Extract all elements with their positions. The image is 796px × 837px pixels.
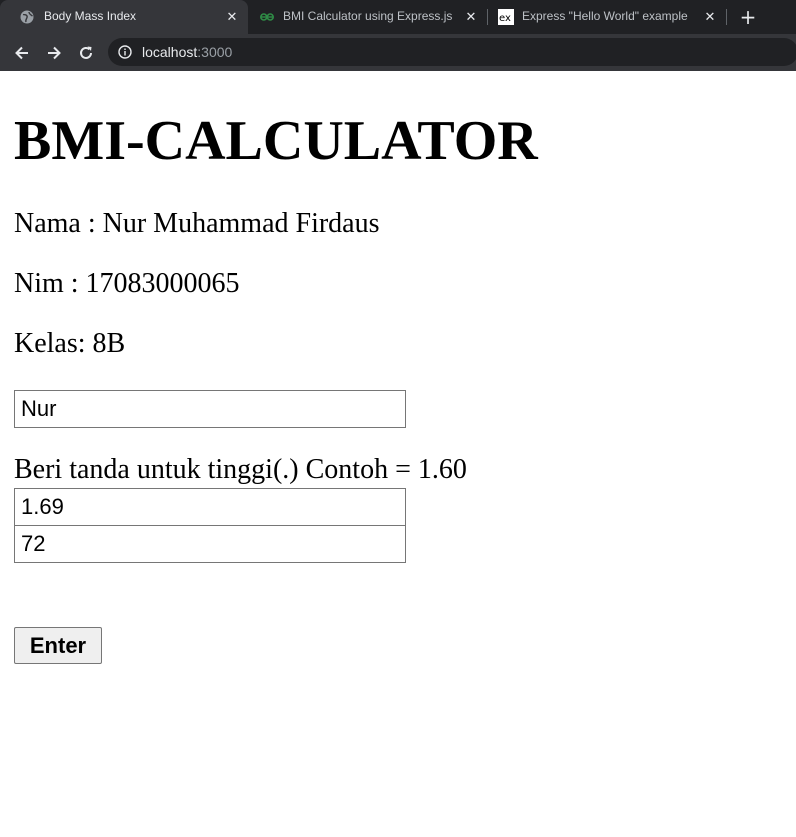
tab-express-hello-world[interactable]: ex Express "Hello World" example ✕ xyxy=(488,0,728,34)
weight-input[interactable] xyxy=(14,525,406,563)
svg-text:ex: ex xyxy=(499,13,511,24)
student-class-text: Kelas: 8B xyxy=(14,328,126,359)
forward-arrow-icon[interactable] xyxy=(41,40,67,66)
close-tab-icon[interactable]: ✕ xyxy=(700,7,720,27)
name-input[interactable] xyxy=(14,390,406,428)
tab-separator xyxy=(726,9,727,25)
globe-icon xyxy=(20,10,34,24)
geeksforgeeks-icon xyxy=(259,10,274,24)
browser-tab-strip: Body Mass Index ✕ BMI Calculator using E… xyxy=(0,0,796,34)
url-text: localhost:3000 xyxy=(142,44,232,60)
student-name-text: Nama : Nur Muhammad Firdaus xyxy=(14,208,380,239)
address-bar[interactable]: localhost:3000 xyxy=(108,38,796,66)
height-hint-text: Beri tanda untuk tinggi(.) Contoh = 1.60 xyxy=(14,454,467,485)
tab-title: BMI Calculator using Express.js - xyxy=(283,9,453,23)
new-tab-plus-icon[interactable]: + xyxy=(737,5,759,29)
tab-title: Body Mass Index xyxy=(44,9,137,23)
reload-icon[interactable] xyxy=(73,40,99,66)
height-input[interactable] xyxy=(14,488,406,526)
site-info-icon[interactable] xyxy=(118,45,132,59)
close-tab-icon[interactable]: ✕ xyxy=(461,7,481,27)
tab-title: Express "Hello World" example xyxy=(522,9,688,23)
close-tab-icon[interactable]: ✕ xyxy=(222,7,242,27)
enter-button[interactable]: Enter xyxy=(14,627,102,664)
url-host: localhost xyxy=(142,44,198,60)
student-nim-text: Nim : 17083000065 xyxy=(14,268,240,299)
tab-bmi-calculator-express[interactable]: BMI Calculator using Express.js - ✕ xyxy=(248,0,488,34)
back-arrow-icon[interactable] xyxy=(9,40,35,66)
page-content: BMI-CALCULATOR Nama : Nur Muhammad Firda… xyxy=(0,71,796,837)
page-title: BMI-CALCULATOR xyxy=(14,110,538,172)
url-port: :3000 xyxy=(197,44,233,60)
browser-toolbar: localhost:3000 xyxy=(0,34,796,71)
express-ex-icon: ex xyxy=(498,9,514,25)
tab-body-mass-index[interactable]: Body Mass Index ✕ xyxy=(0,0,248,34)
